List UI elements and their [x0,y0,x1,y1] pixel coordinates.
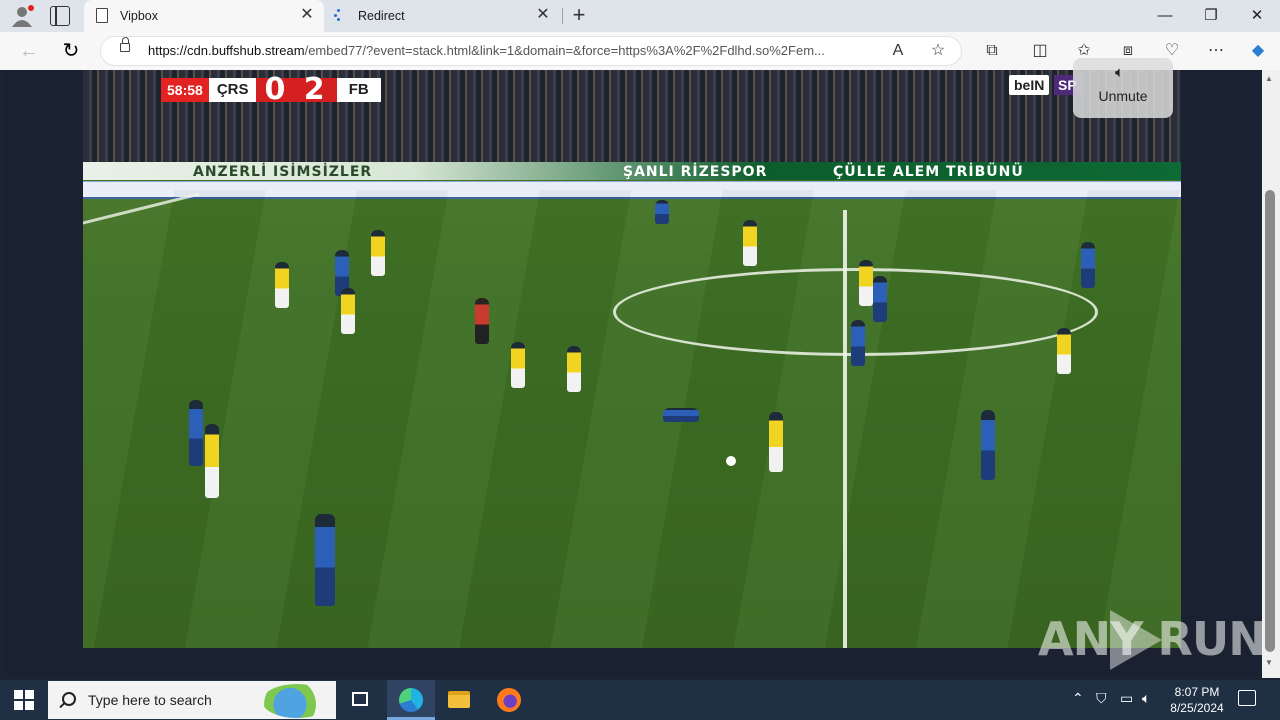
broadcaster-logo: beIN [1009,75,1050,95]
scoreboard: 58:58 ÇRS 0 2 FB [161,75,381,105]
edge-icon[interactable] [399,688,423,712]
copilot-icon[interactable]: ◆ [1246,39,1270,63]
tab-vipbox[interactable]: Vipbox ✕ [84,0,324,32]
banner-text: ŞANLI RİZESPOR [623,164,768,180]
chevron-up-icon[interactable]: ⌃ [1072,690,1084,707]
profile-icon[interactable] [10,5,34,27]
ball [726,456,736,466]
back-button[interactable]: ← [16,39,42,63]
unmute-label: Unmute [1098,88,1148,104]
player [189,400,203,466]
player [1057,328,1071,374]
system-clock[interactable]: 8:07 PM 8/25/2024 [1164,684,1230,716]
clock-time: 8:07 PM [1174,685,1220,699]
lock-icon[interactable] [120,37,130,52]
player-on-ground [663,408,699,422]
player [341,288,355,334]
scroll-down-arrow[interactable]: ▼ [1265,658,1273,667]
player [1081,242,1095,288]
search-placeholder[interactable]: Type here to search [88,692,212,708]
pitch-stripes [83,190,1181,648]
restore-button[interactable]: ❐ [1188,0,1234,32]
anyrun-play-logo [1110,610,1162,670]
player [275,262,289,308]
match-clock: 58:58 [161,78,209,102]
notifications-icon[interactable] [1238,690,1256,706]
security-icon[interactable]: ⛉ [1096,690,1107,707]
banner-text: ANZERLİ ISİMSİZLER [193,164,373,180]
refresh-button[interactable]: ↻ [58,39,84,63]
player [371,230,385,276]
url-text[interactable]: https://cdn.buffshub.stream/embed77/?eve… [148,43,878,58]
close-tab-icon[interactable]: ✕ [298,6,316,24]
tab-separator [562,8,563,24]
unmute-button[interactable]: 🔈︎ Unmute [1073,58,1173,118]
player [655,200,669,224]
network-icon[interactable]: ▭ [1120,690,1133,707]
player [859,260,873,306]
player [315,514,335,606]
player [567,346,581,392]
home-team: ÇRS [208,78,257,102]
player [769,412,783,472]
scrollbar-thumb[interactable] [1265,190,1275,652]
minimize-button[interactable]: — [1142,0,1188,32]
clock-date: 8/25/2024 [1170,701,1224,715]
tab-actions-icon[interactable] [50,6,70,26]
task-view-icon[interactable] [352,692,368,706]
split-screen-icon[interactable]: ◫ [1028,39,1052,63]
close-window-button[interactable]: ✕ [1234,0,1280,32]
away-team: FB [336,78,381,102]
player [511,342,525,388]
scroll-up-arrow[interactable]: ▲ [1265,74,1273,83]
player [981,410,995,480]
speaker-icon: 🔈︎ [1115,64,1125,81]
file-explorer-icon[interactable] [448,691,470,708]
player [205,424,219,498]
tab-title: Vipbox [120,9,158,23]
player [851,320,865,366]
new-tab-button[interactable]: + [568,4,590,27]
referee [475,298,489,344]
player [873,276,887,322]
video-player[interactable]: ANZERLİ ISİMSİZLER ŞANLI RİZESPOR ÇÜLLE … [83,70,1181,648]
banner-text: ÇÜLLE ALEM TRİBÜNÜ [833,164,1024,180]
more-menu-icon[interactable]: ⋯ [1204,39,1228,63]
search-highlight-icon [262,684,332,718]
player [743,220,757,266]
tab-title: Redirect [358,9,405,23]
windows-start-icon[interactable] [14,690,34,710]
tab-redirect[interactable]: Redirect ✕ [326,0,560,32]
page-icon [96,8,108,23]
extensions-icon[interactable]: ⧉ [980,39,1004,63]
close-tab-icon[interactable]: ✕ [534,6,552,24]
loading-icon [334,9,344,21]
firefox-icon[interactable] [497,688,521,712]
favorite-star-icon[interactable]: ☆ [926,39,950,63]
score: 0 2 [256,75,337,105]
read-aloud-icon[interactable]: A [886,39,910,63]
search-icon [62,692,76,706]
volume-icon[interactable]: 🔈︎ [1142,690,1150,707]
